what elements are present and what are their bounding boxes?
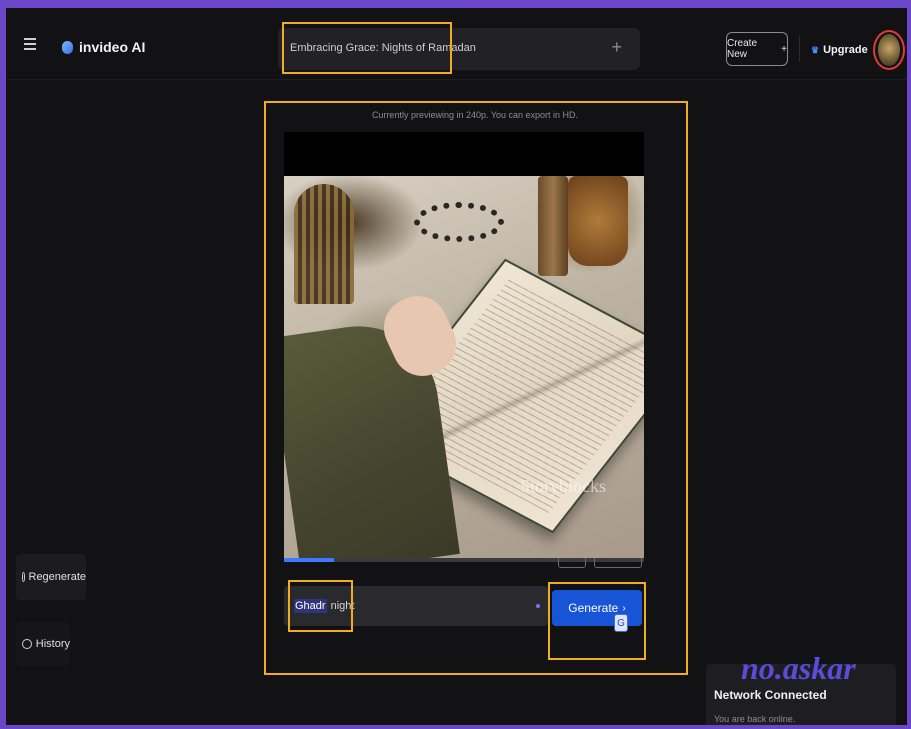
- app-window: invideo AI Embracing Grace: Nights of Ra…: [6, 8, 907, 725]
- create-new-button[interactable]: Create New +: [726, 32, 788, 66]
- toast-subtitle: You are back online.: [714, 714, 796, 724]
- add-project-button[interactable]: +: [611, 37, 622, 58]
- lantern-image: [294, 184, 354, 304]
- create-new-label: Create New: [727, 38, 758, 60]
- invideo-logo-icon: [62, 40, 73, 54]
- decor-image: [538, 176, 568, 276]
- refresh-icon: [22, 572, 25, 582]
- dates-image: [568, 176, 628, 266]
- prayer-beads-image: [414, 202, 504, 242]
- translate-icon[interactable]: G: [614, 614, 628, 632]
- regenerate-button[interactable]: Regenerate: [16, 554, 86, 600]
- player-control[interactable]: [558, 558, 586, 568]
- video-preview[interactable]: Storyblocks: [284, 176, 644, 562]
- chevron-right-icon: ›: [622, 602, 626, 614]
- video-letterbox: [284, 132, 644, 176]
- prompt-highlighted-word: Ghadr: [294, 599, 327, 613]
- status-dot: [536, 604, 540, 608]
- upgrade-button[interactable]: ♛ Upgrade: [811, 44, 868, 56]
- crown-icon: ♛: [811, 44, 820, 55]
- plus-icon: +: [781, 43, 787, 55]
- user-avatar[interactable]: [878, 34, 900, 66]
- generate-button[interactable]: Generate ›: [552, 590, 642, 626]
- prompt-text: night: [330, 600, 355, 612]
- toast-title: Network Connected: [714, 688, 827, 702]
- timeline-progress-fill: [284, 558, 335, 562]
- preview-caption: Currently previewing in 240p. You can ex…: [371, 110, 579, 120]
- player-control[interactable]: [594, 558, 642, 568]
- regenerate-label: Regenerate: [28, 571, 87, 583]
- stock-watermark: Storyblocks: [520, 476, 607, 496]
- history-label: History: [35, 638, 70, 650]
- generate-label: Generate: [568, 601, 619, 615]
- divider: [799, 36, 800, 62]
- project-title-bar[interactable]: Embracing Grace: Nights of Ramadan +: [278, 28, 640, 70]
- upgrade-label: Upgrade: [823, 44, 868, 56]
- app-name: invideo AI: [79, 39, 146, 55]
- top-bar: invideo AI Embracing Grace: Nights of Ra…: [6, 8, 907, 80]
- timeline-progress[interactable]: [284, 558, 644, 562]
- prompt-input[interactable]: Ghadr night: [284, 586, 548, 626]
- project-title[interactable]: Embracing Grace: Nights of Ramadan: [290, 42, 476, 54]
- overlay-watermark-text: no.askar: [741, 650, 856, 686]
- clock-icon: [22, 639, 32, 649]
- hamburger-menu-icon[interactable]: [24, 38, 36, 50]
- history-button[interactable]: History: [16, 622, 70, 666]
- app-logo[interactable]: invideo AI: [62, 39, 145, 55]
